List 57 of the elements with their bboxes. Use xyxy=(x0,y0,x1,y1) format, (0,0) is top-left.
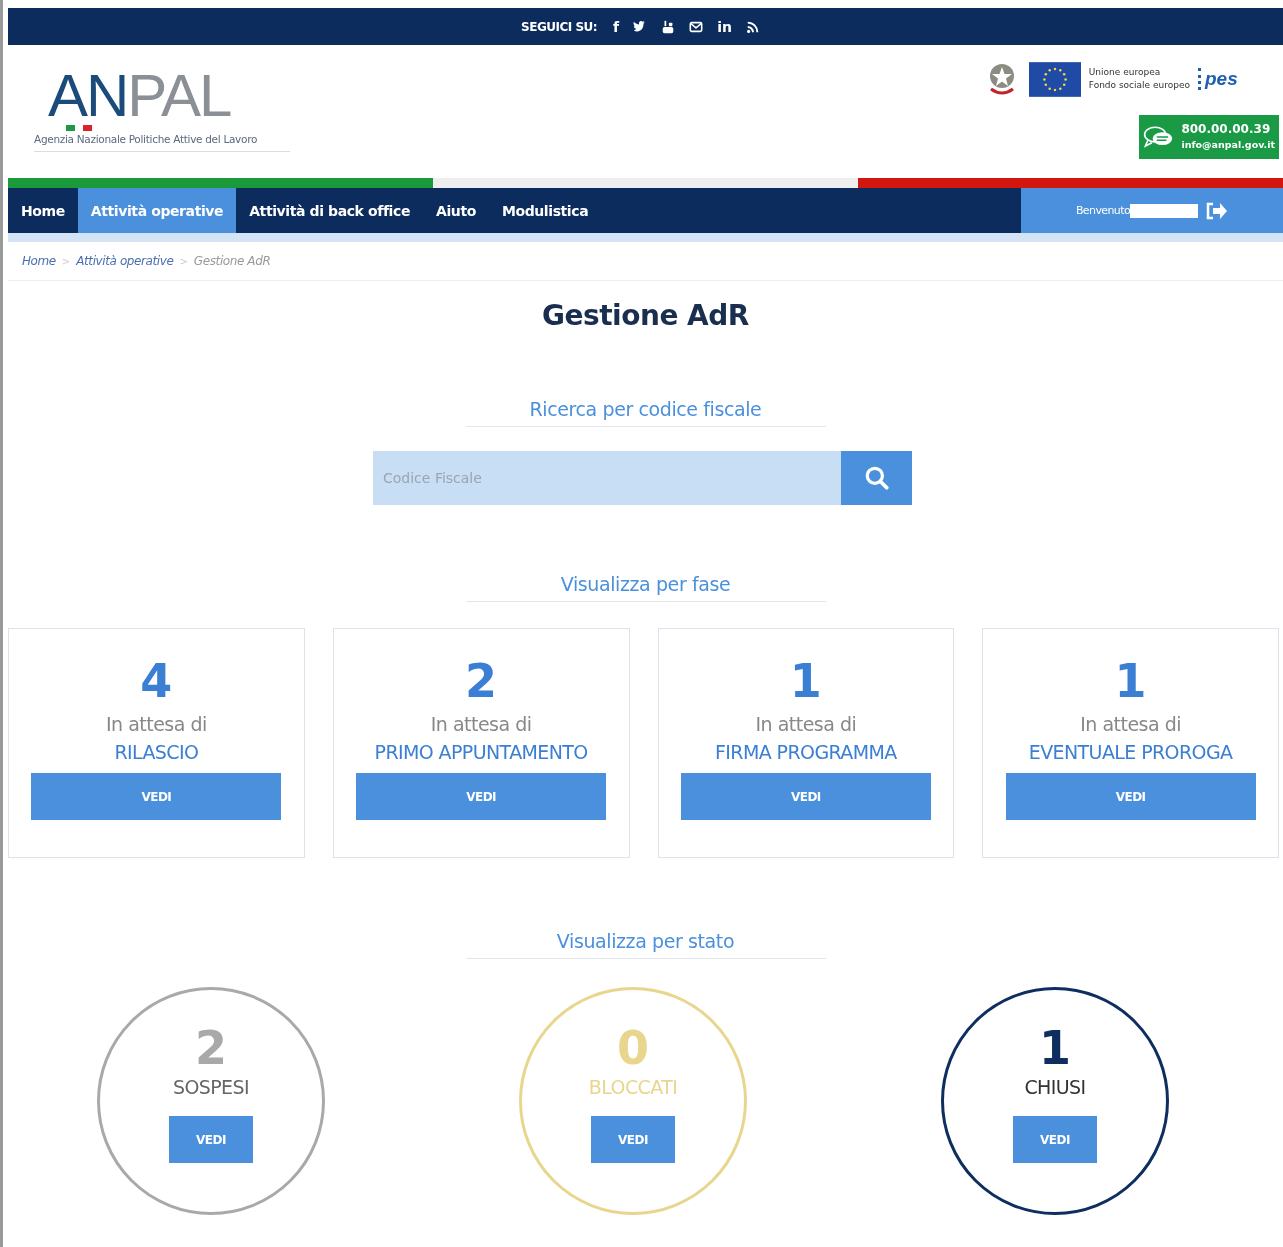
username-field xyxy=(1130,203,1199,218)
view-button[interactable]: VEDI xyxy=(356,773,607,820)
status-label: SOSPESI xyxy=(173,1076,249,1098)
video-icon[interactable] xyxy=(661,19,676,34)
view-button[interactable]: VEDI xyxy=(169,1116,253,1163)
status-label: CHIUSI xyxy=(1024,1076,1086,1098)
phase-caption: In attesa di xyxy=(105,713,207,735)
phase-count: 2 xyxy=(465,653,498,709)
status-count: 2 xyxy=(195,1020,227,1076)
view-button[interactable]: VEDI xyxy=(591,1116,675,1163)
nav-item[interactable]: Attività operative xyxy=(77,188,237,233)
breadcrumb-link[interactable]: Gestione AdR xyxy=(193,254,271,268)
search-button[interactable] xyxy=(841,451,912,505)
eu-flag-icon xyxy=(1028,61,1081,97)
phase-name: EVENTUALE PROROGA xyxy=(1028,741,1233,763)
nav-item[interactable]: Attività di back office xyxy=(236,188,423,233)
mail-icon[interactable] xyxy=(689,19,704,34)
phase-count: 1 xyxy=(1114,653,1147,709)
social-link[interactable]: f xyxy=(613,18,620,35)
phase-caption: In attesa di xyxy=(430,713,532,735)
status-count: 0 xyxy=(617,1020,649,1076)
phase-count: 1 xyxy=(789,653,822,709)
page-title: Gestione AdR xyxy=(541,299,750,332)
breadcrumb-separator: > xyxy=(179,255,188,267)
nav-item[interactable]: Modulistica xyxy=(488,188,602,233)
view-button[interactable]: VEDI xyxy=(1005,773,1256,820)
contact-box[interactable]: 800.00.00.39 info@anpal.gov.it xyxy=(1139,115,1279,159)
eu-text: Fondo sociale europeo xyxy=(1088,79,1190,92)
rss-icon[interactable] xyxy=(745,19,760,34)
welcome-text: Benvenuto xyxy=(1075,204,1131,217)
search-icon xyxy=(863,465,890,491)
phase-name: RILASCIO xyxy=(114,741,199,763)
pes-logo: pes xyxy=(1198,68,1279,90)
search-field[interactable]: Codice Fiscale xyxy=(373,451,841,505)
view-button[interactable]: VEDI xyxy=(1013,1116,1097,1163)
logo[interactable]: ANPAL Agenzia Nazionale Politiche Attive del Lavoro xyxy=(34,67,290,152)
section-heading: Visualizza per fase xyxy=(465,573,826,602)
phase-name: PRIMO APPUNTAMENTO xyxy=(374,741,588,763)
phase-caption: In attesa di xyxy=(1080,713,1182,735)
follow-label: SEGUICI SU: xyxy=(521,19,598,34)
status-label: BLOCCATI xyxy=(588,1076,678,1098)
view-button[interactable]: VEDI xyxy=(680,773,931,820)
breadcrumb-link[interactable]: Attività operative xyxy=(76,254,174,268)
breadcrumb-link[interactable]: Home xyxy=(22,254,56,268)
phase-caption: In attesa di xyxy=(755,713,857,735)
nav-item[interactable]: Aiuto xyxy=(423,188,489,233)
logout-icon[interactable] xyxy=(1204,200,1229,221)
phase-name: FIRMA PROGRAMMA xyxy=(715,741,897,763)
social-link[interactable]: in xyxy=(717,18,732,35)
section-heading: Visualizza per stato xyxy=(465,930,826,959)
view-button[interactable]: VEDI xyxy=(31,773,282,820)
section-heading: Ricerca per codice fiscale xyxy=(465,398,826,427)
status-count: 1 xyxy=(1039,1020,1071,1076)
nav-item[interactable]: Home xyxy=(8,188,78,233)
breadcrumb-separator: > xyxy=(61,255,71,267)
phase-count: 4 xyxy=(140,653,173,709)
eu-text: Unione europea xyxy=(1088,66,1162,79)
